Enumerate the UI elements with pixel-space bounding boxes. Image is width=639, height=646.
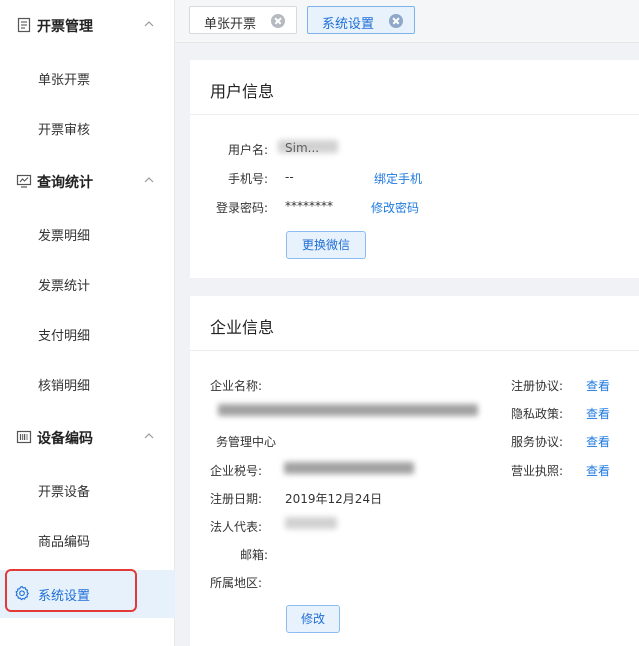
sidebar-item-label: 开票设备	[38, 485, 91, 500]
phone-label: 手机号:	[227, 172, 268, 186]
registration-date-label: 注册日期:	[210, 492, 263, 506]
password-label: 登录密码:	[215, 201, 268, 215]
redaction	[218, 404, 478, 416]
privacy-policy-label: 隐私政策:	[511, 407, 564, 421]
sidebar-item-writeoff-details[interactable]: 核销明细	[0, 364, 175, 404]
company-info-card: 企业信息 企业名称: 务管理中心 企业税号: 注册日期: 2019年12月24日…	[190, 296, 639, 646]
sidebar-item-label: 单张开票	[38, 73, 91, 88]
sidebar-group-title: 设备编码	[37, 431, 93, 447]
sidebar-item-label: 系统设置	[38, 589, 91, 604]
view-service-agreement-link[interactable]: 查看	[586, 433, 610, 450]
tax-id-label: 企业税号:	[210, 464, 263, 478]
sidebar-item-label: 商品编码	[38, 535, 91, 550]
tab-single-invoice[interactable]: 单张开票	[189, 6, 297, 34]
view-privacy-policy-link[interactable]: 查看	[586, 405, 610, 422]
divider	[190, 114, 639, 115]
phone-value: --	[285, 170, 294, 184]
sidebar-group-title: 开票管理	[37, 19, 93, 35]
sidebar-item-invoice-device[interactable]: 开票设备	[0, 470, 175, 510]
gear-icon	[15, 585, 30, 601]
sidebar-item-invoice-stats[interactable]: 发票统计	[0, 264, 175, 304]
sidebar-item-label: 发票明细	[38, 229, 91, 244]
region-label: 所属地区:	[210, 576, 263, 590]
sidebar-item-single-invoice[interactable]: 单张开票	[0, 58, 175, 98]
email-label: 邮箱:	[239, 548, 268, 562]
document-list-icon	[17, 17, 31, 33]
change-password-link[interactable]: 修改密码	[371, 199, 419, 216]
sidebar-item-label: 开票审核	[38, 123, 91, 138]
view-registration-agreement-link[interactable]: 查看	[586, 377, 610, 394]
chevron-up-icon	[144, 177, 154, 183]
sidebar-group-query-stats[interactable]: 查询统计	[0, 161, 175, 201]
tab-bar: 单张开票 系统设置	[175, 0, 639, 43]
service-agreement-label: 服务协议:	[511, 435, 564, 449]
sidebar-group-title: 查询统计	[37, 175, 93, 191]
redaction	[278, 140, 338, 153]
tab-label: 单张开票	[204, 17, 257, 32]
sidebar-item-label: 支付明细	[38, 329, 91, 344]
chevron-up-icon	[144, 21, 154, 27]
user-info-card: 用户信息 用户名: Sim... 手机号: -- 绑定手机 登录密码: ****…	[190, 60, 639, 278]
redaction	[284, 462, 414, 474]
sidebar-item-label: 发票统计	[38, 279, 91, 294]
divider	[190, 350, 639, 351]
edit-button[interactable]: 修改	[286, 605, 340, 633]
close-icon[interactable]	[389, 14, 403, 28]
sidebar-group-invoice-management[interactable]: 开票管理	[0, 5, 175, 45]
card-title: 用户信息	[210, 82, 275, 101]
tab-label: 系统设置	[322, 17, 375, 32]
bind-phone-link[interactable]: 绑定手机	[374, 170, 422, 187]
chevron-up-icon	[144, 433, 154, 439]
sidebar-item-label: 核销明细	[38, 379, 91, 394]
company-name-value: 务管理中心	[216, 435, 277, 449]
password-value: ********	[285, 199, 333, 213]
sidebar: 开票管理 单张开票 开票审核 查询统计 发票明细 发票统计 支付明细 核销明细	[0, 0, 175, 646]
sidebar-item-product-code[interactable]: 商品编码	[0, 520, 175, 560]
close-icon[interactable]	[271, 14, 285, 28]
legal-representative-label: 法人代表:	[210, 520, 263, 534]
sidebar-item-payment-details[interactable]: 支付明细	[0, 314, 175, 354]
monitor-chart-icon	[16, 174, 32, 188]
change-wechat-button[interactable]: 更换微信	[286, 231, 366, 259]
registration-agreement-label: 注册协议:	[511, 379, 564, 393]
username-label: 用户名:	[227, 143, 268, 157]
sidebar-item-invoice-details[interactable]: 发票明细	[0, 214, 175, 254]
card-title: 企业信息	[210, 318, 275, 337]
view-business-license-link[interactable]: 查看	[586, 462, 610, 479]
redaction	[285, 517, 337, 529]
company-name-label: 企业名称:	[210, 379, 263, 393]
business-license-label: 营业执照:	[511, 464, 564, 478]
tab-system-settings[interactable]: 系统设置	[307, 6, 415, 34]
barcode-icon	[16, 430, 32, 444]
registration-date-value: 2019年12月24日	[285, 492, 383, 506]
sidebar-group-device-coding[interactable]: 设备编码	[0, 417, 175, 457]
sidebar-item-invoice-review[interactable]: 开票审核	[0, 108, 175, 148]
